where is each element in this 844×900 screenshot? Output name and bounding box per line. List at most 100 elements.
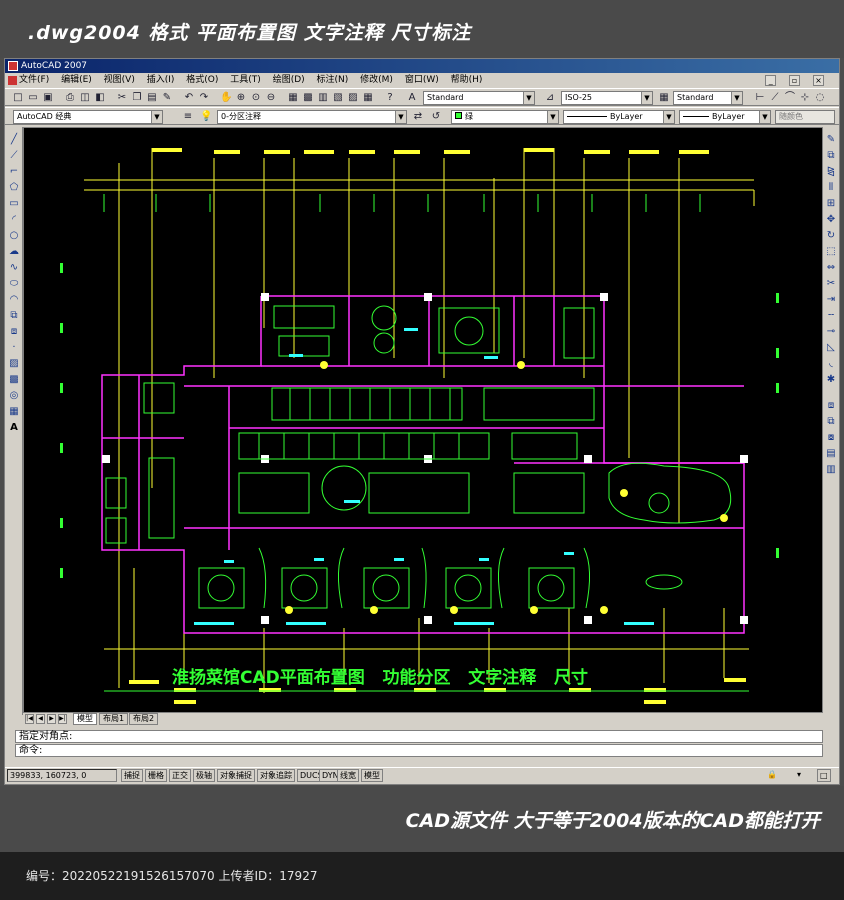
chamfer-icon[interactable]: ◺ — [824, 341, 838, 355]
insert-block-icon[interactable]: ⧉ — [7, 309, 21, 323]
undo-icon[interactable]: ↶ — [182, 91, 196, 104]
tray-settings-icon[interactable]: ▾ — [795, 769, 804, 782]
open-icon[interactable]: ▭ — [26, 91, 40, 104]
mirror-icon[interactable]: ⧎ — [824, 165, 838, 179]
array-icon[interactable]: ⊞ — [824, 197, 838, 211]
clean-screen-icon[interactable]: □ — [817, 769, 831, 782]
tray-lock-icon[interactable]: 🔒 — [765, 769, 779, 782]
command-input[interactable]: 命令: — [15, 744, 823, 757]
rectangle-icon[interactable]: ▭ — [7, 197, 21, 211]
menu-draw[interactable]: 绘图(D) — [273, 75, 305, 85]
layer-previous-icon[interactable]: ↺ — [429, 110, 443, 123]
join-icon[interactable]: ⊸ — [824, 325, 838, 339]
plot-style-select[interactable]: 随颜色 — [775, 110, 835, 124]
construction-line-icon[interactable]: ⟋ — [7, 149, 21, 163]
help-icon[interactable]: ? — [383, 91, 397, 104]
line-icon[interactable]: ╱ — [7, 133, 21, 147]
polar-toggle[interactable]: 极轴 — [193, 769, 215, 782]
fillet-icon[interactable]: ◟ — [824, 357, 838, 371]
menu-dimension[interactable]: 标注(N) — [317, 75, 349, 85]
zoom-window-icon[interactable]: ⊙ — [249, 91, 263, 104]
design-center-icon[interactable]: ▩ — [301, 91, 315, 104]
dim-radius-icon[interactable]: ◌ — [813, 91, 827, 104]
tab-prev-icon[interactable]: ◀ — [36, 714, 45, 724]
restore-button[interactable]: ▫ — [789, 75, 801, 86]
dim-ordinate-icon[interactable]: ⊹ — [798, 91, 812, 104]
arc-icon[interactable]: ◜ — [7, 213, 21, 227]
drawing-canvas[interactable]: 淮扬菜馆CAD平面布置图 功能分区 文字注释 尺寸 — [23, 127, 823, 713]
trim-icon[interactable]: ✂ — [824, 277, 838, 291]
plot-icon[interactable]: ⎙ — [63, 91, 77, 104]
region-icon[interactable]: ◎ — [7, 389, 21, 403]
menu-tools[interactable]: 工具(T) — [230, 75, 261, 85]
sheet-set-icon[interactable]: ▧ — [331, 91, 345, 104]
bring-front-icon[interactable]: ⧉ — [824, 415, 838, 429]
otrack-toggle[interactable]: 对象追踪 — [257, 769, 295, 782]
lineweight-toggle[interactable]: 线宽 — [337, 769, 359, 782]
osnap-toggle[interactable]: 对象捕捉 — [217, 769, 255, 782]
offset-icon[interactable]: ⫴ — [824, 181, 838, 195]
dim-style-select[interactable]: ISO-25 ▼ — [561, 91, 653, 105]
dim-arc-icon[interactable]: ⌒ — [783, 91, 797, 104]
explode-icon[interactable]: ✱ — [824, 373, 838, 387]
scale-icon[interactable]: ⬚ — [824, 245, 838, 259]
menu-insert[interactable]: 插入(I) — [147, 75, 175, 85]
menu-view[interactable]: 视图(V) — [104, 75, 135, 85]
properties-icon[interactable]: ▦ — [286, 91, 300, 104]
rotate-icon[interactable]: ↻ — [824, 229, 838, 243]
close-button[interactable]: × — [813, 75, 824, 86]
polygon-icon[interactable]: ⬠ — [7, 181, 21, 195]
table-style-select[interactable]: Standard ▼ — [673, 91, 743, 105]
lineweight-select[interactable]: ByLayer ▼ — [679, 110, 771, 124]
pan-icon[interactable]: ✋ — [219, 91, 233, 104]
multiline-text-icon[interactable]: A — [7, 421, 21, 435]
text-above-icon[interactable]: ▤ — [824, 447, 838, 461]
menu-window[interactable]: 窗口(W) — [405, 75, 439, 85]
model-toggle[interactable]: 模型 — [361, 769, 383, 782]
hatch-icon[interactable]: ▨ — [7, 357, 21, 371]
menu-file[interactable]: 文件(F) — [19, 75, 49, 85]
layer-select[interactable]: 0-分区注释 ▼ — [217, 110, 407, 124]
save-icon[interactable]: ▣ — [41, 91, 55, 104]
move-icon[interactable]: ✥ — [824, 213, 838, 227]
copy-object-icon[interactable]: ⧉ — [824, 149, 838, 163]
make-block-icon[interactable]: ⧈ — [7, 325, 21, 339]
send-back-icon[interactable]: ⧇ — [824, 431, 838, 445]
layer-manager-icon[interactable]: ≡ — [181, 110, 195, 123]
menu-modify[interactable]: 修改(M) — [360, 75, 393, 85]
dim-linear-icon[interactable]: ⊢ — [753, 91, 767, 104]
calculator-icon[interactable]: ▦ — [361, 91, 375, 104]
grid-toggle[interactable]: 栅格 — [145, 769, 167, 782]
draw-order-icon[interactable]: ⧈ — [824, 399, 838, 413]
spline-icon[interactable]: ∿ — [7, 261, 21, 275]
hatch-back-icon[interactable]: ▥ — [824, 463, 838, 477]
break-icon[interactable]: ╌ — [824, 309, 838, 323]
ellipse-arc-icon[interactable]: ◠ — [7, 293, 21, 307]
menu-help[interactable]: 帮助(H) — [451, 75, 483, 85]
menu-format[interactable]: 格式(O) — [186, 75, 218, 85]
new-icon[interactable]: □ — [11, 91, 25, 104]
workspace-select[interactable]: AutoCAD 经典 ▼ — [13, 110, 163, 124]
minimize-button[interactable]: _ — [765, 75, 777, 86]
publish-icon[interactable]: ◧ — [93, 91, 107, 104]
ellipse-icon[interactable]: ⬭ — [7, 277, 21, 291]
markup-icon[interactable]: ▨ — [346, 91, 360, 104]
paste-icon[interactable]: ▤ — [145, 91, 159, 104]
cut-icon[interactable]: ✂ — [115, 91, 129, 104]
make-current-icon[interactable]: ⇄ — [411, 110, 425, 123]
coordinate-readout[interactable]: 399833, 160723, 0 — [7, 769, 117, 782]
gradient-icon[interactable]: ▩ — [7, 373, 21, 387]
dim-aligned-icon[interactable]: ⟋ — [768, 91, 782, 104]
snap-toggle[interactable]: 捕捉 — [121, 769, 143, 782]
zoom-previous-icon[interactable]: ⊖ — [264, 91, 278, 104]
linetype-select[interactable]: ByLayer ▼ — [563, 110, 675, 124]
table-icon[interactable]: ▦ — [7, 405, 21, 419]
tab-model[interactable]: 模型 — [73, 713, 97, 725]
polyline-icon[interactable]: ⌐ — [7, 165, 21, 179]
tab-layout1[interactable]: 布局1 — [99, 713, 129, 725]
text-style-select[interactable]: Standard ▼ — [423, 91, 535, 105]
tab-next-icon[interactable]: ▶ — [47, 714, 56, 724]
match-properties-icon[interactable]: ✎ — [160, 91, 174, 104]
stretch-icon[interactable]: ⇔ — [824, 261, 838, 275]
preview-icon[interactable]: ◫ — [78, 91, 92, 104]
